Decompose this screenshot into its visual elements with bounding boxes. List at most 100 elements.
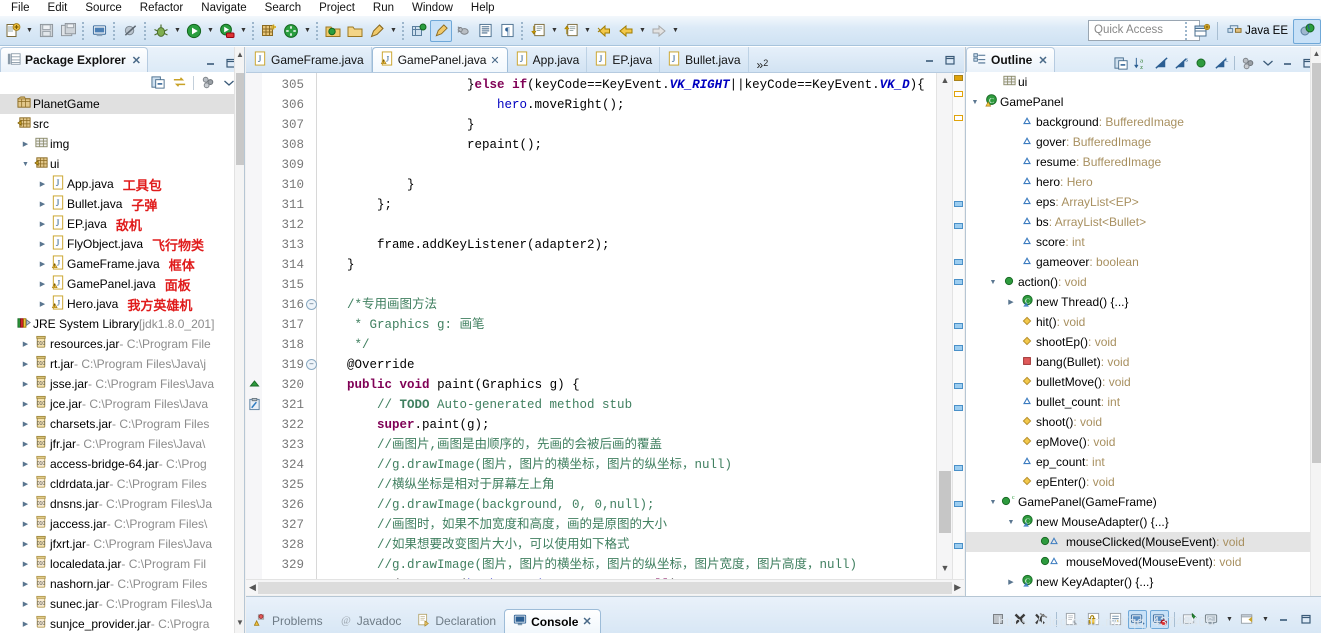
bottom-tab-javadoc[interactable]: @ Javadoc (331, 609, 410, 633)
twisty-icon[interactable]: ▶ (19, 480, 32, 488)
scroll-down-icon[interactable]: ▼ (236, 618, 244, 630)
previous-annotation-dropdown-icon[interactable]: ▼ (582, 20, 593, 42)
next-annotation-icon[interactable] (527, 20, 549, 42)
tree-item[interactable]: ▶ J Bullet.java 子弹 (0, 194, 244, 214)
twisty-icon[interactable]: ▶ (19, 420, 32, 428)
tree-item[interactable]: PlanetGame (0, 94, 244, 114)
new-wizard-icon[interactable] (2, 20, 24, 42)
paragraph-icon[interactable]: ¶ (496, 20, 518, 42)
scrollbar-thumb[interactable] (257, 581, 953, 594)
outline-item[interactable]: bullet_count : int (966, 392, 1321, 412)
view-menu-icon[interactable] (1259, 54, 1277, 72)
editor-folding-bar[interactable] (306, 73, 317, 579)
outline-item[interactable]: ▼ action() : void (966, 272, 1321, 292)
twisty-icon[interactable]: ▶ (19, 580, 32, 588)
show-console-on-error-icon[interactable] (1150, 609, 1169, 629)
open-console-icon[interactable] (1238, 610, 1257, 629)
tree-item[interactable]: ▶ img (0, 134, 244, 154)
outline-item[interactable]: ▼ c GamePanel(GameFrame) (966, 492, 1321, 512)
package-explorer-tree[interactable]: PlanetGame src ▶ img ▼ ui ▶ J App.java 工具包 ▶ J Bulle… (0, 94, 244, 633)
outline-item[interactable]: ▼ Cnew MouseAdapter() {...} (966, 512, 1321, 532)
overview-ruler-mark[interactable] (954, 323, 963, 329)
remove-all-terminated-icon[interactable] (1032, 610, 1051, 629)
outline-item[interactable]: bang(Bullet) : void (966, 352, 1321, 372)
twisty-icon[interactable]: ▶ (19, 340, 32, 348)
overview-ruler-mark[interactable] (954, 91, 963, 97)
tree-item[interactable]: ▼ ui (0, 154, 244, 174)
scroll-left-icon[interactable]: ◀ (249, 582, 256, 593)
editor-tab-gamepanel[interactable]: J! GamePanel.java ✕ (371, 47, 508, 72)
twisty-icon[interactable]: ▶ (36, 220, 49, 228)
close-icon[interactable]: ✕ (490, 54, 499, 67)
editor-tab-app[interactable]: J App.java (508, 47, 588, 72)
terminate-icon[interactable] (988, 610, 1007, 629)
next-annotation-dropdown-icon[interactable]: ▼ (549, 20, 560, 42)
outline-item[interactable]: ui (966, 72, 1321, 92)
search-icon[interactable] (366, 20, 388, 42)
hide-fields-icon[interactable] (1152, 54, 1170, 72)
hide-local-types-icon[interactable]: L (1212, 54, 1230, 72)
twisty-icon[interactable]: ▶ (36, 300, 49, 308)
new-class-icon[interactable] (408, 20, 430, 42)
overview-ruler-mark[interactable] (954, 405, 963, 411)
overview-ruler-mark[interactable] (954, 465, 963, 471)
new-java-package-icon[interactable] (258, 20, 280, 42)
bottom-tab-console[interactable]: Console ✕ (504, 609, 601, 633)
debug-dropdown-icon[interactable]: ▼ (172, 20, 183, 42)
twisty-icon[interactable]: ▶ (19, 520, 32, 528)
overview-ruler-mark[interactable] (954, 259, 963, 265)
maximize-icon[interactable] (944, 54, 956, 69)
overview-ruler-mark[interactable] (954, 543, 963, 549)
editor-tab-overflow[interactable]: » 2 (749, 56, 777, 72)
show-console-on-output-icon[interactable] (1128, 609, 1147, 629)
close-icon[interactable]: ✕ (582, 615, 591, 628)
view-menu-filters-icon[interactable] (199, 74, 217, 92)
open-task-icon[interactable] (344, 20, 366, 42)
outline-item[interactable]: ▶ Cnew Thread() {...} (966, 292, 1321, 312)
back-icon[interactable] (615, 20, 637, 42)
outline-item[interactable]: ep_count : int (966, 452, 1321, 472)
overview-ruler-mark[interactable] (954, 345, 963, 351)
twisty-icon[interactable]: ▶ (19, 600, 32, 608)
editor-tab-ep[interactable]: J EP.java (587, 47, 661, 72)
hide-static-icon[interactable]: s (1172, 54, 1190, 72)
print-icon[interactable] (88, 20, 110, 42)
outline-item[interactable]: score : int (966, 232, 1321, 252)
word-wrap-icon[interactable] (1106, 610, 1125, 629)
menu-item-search[interactable]: Search (256, 0, 310, 16)
tree-item[interactable]: ▶ 010 sunec.jar - C:\Program Files\Ja (0, 594, 244, 614)
run-icon[interactable] (183, 20, 205, 42)
twisty-icon[interactable]: ▶ (19, 400, 32, 408)
forward-icon[interactable] (648, 20, 670, 42)
tree-item[interactable]: ▶ 010 jfr.jar - C:\Program Files\Java\ (0, 434, 244, 454)
twisty-icon[interactable]: ▶ (19, 380, 32, 388)
outline-tree[interactable]: ui ▼ C GamePanel background : BufferedImage g… (966, 72, 1321, 633)
tree-item[interactable]: ▶ 010 jaccess.jar - C:\Program Files\ (0, 514, 244, 534)
open-type-icon[interactable] (322, 20, 344, 42)
scroll-lock-icon[interactable] (1084, 610, 1103, 629)
tree-item[interactable]: ▶ 010 jce.jar - C:\Program Files\Java (0, 394, 244, 414)
outline-item[interactable]: ▶ Cnew KeyAdapter() {...} (966, 572, 1321, 592)
scroll-up-icon[interactable]: ▲ (236, 50, 244, 62)
twisty-icon[interactable]: ▶ (19, 540, 32, 548)
toggle-ant-icon[interactable] (452, 20, 474, 42)
twisty-icon[interactable]: ▶ (1004, 298, 1018, 306)
minimize-icon[interactable] (202, 54, 220, 72)
tree-item[interactable]: ▶ 010 charsets.jar - C:\Program Files (0, 414, 244, 434)
twisty-icon[interactable]: ▶ (36, 280, 49, 288)
tree-item[interactable]: ▶ 010 jfxrt.jar - C:\Program Files\Java (0, 534, 244, 554)
editor-vertical-scrollbar[interactable]: ▲ ▼ (936, 73, 952, 579)
twisty-icon[interactable]: ▶ (19, 560, 32, 568)
twisty-icon[interactable]: ▼ (968, 99, 982, 106)
tree-item[interactable]: ▶ 010 sunjce_provider.jar - C:\Progra (0, 614, 244, 633)
overview-ruler-mark[interactable] (954, 201, 963, 207)
overview-ruler-mark[interactable] (954, 279, 963, 285)
last-edit-location-icon[interactable] (593, 20, 615, 42)
overview-ruler-mark[interactable] (954, 75, 963, 81)
perspective-java-button[interactable] (1293, 18, 1321, 44)
tree-item[interactable]: ▶ J FlyObject.java 飞行物类 (0, 234, 244, 254)
twisty-icon[interactable]: ▶ (36, 180, 49, 188)
outline-item[interactable]: bulletMove() : void (966, 372, 1321, 392)
overview-ruler-mark[interactable] (954, 501, 963, 507)
previous-annotation-icon[interactable] (560, 20, 582, 42)
